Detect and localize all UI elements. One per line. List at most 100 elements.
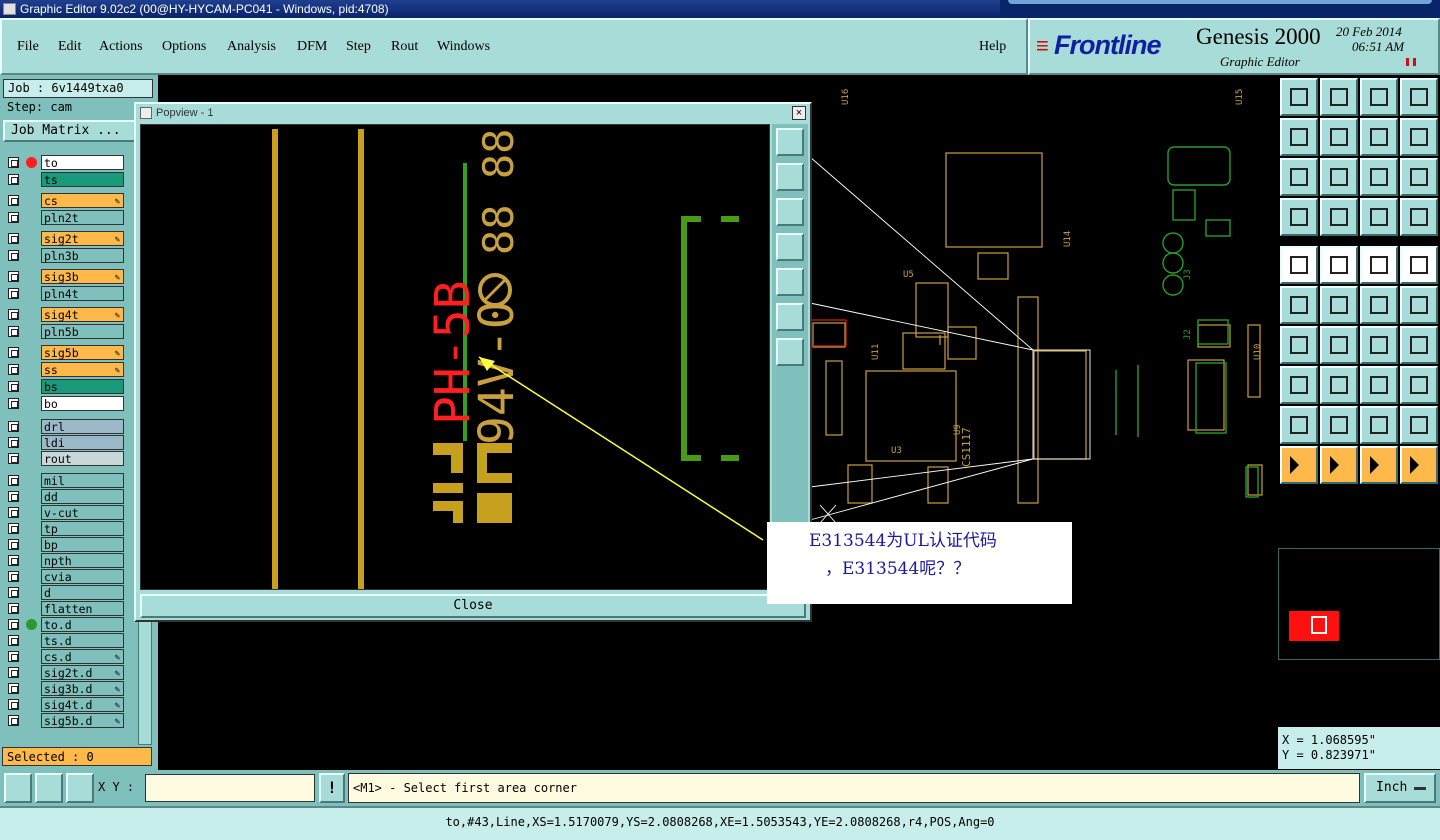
zoom-ratio-button[interactable]	[1360, 158, 1398, 196]
layer-checkbox[interactable]	[8, 381, 19, 392]
popview-pan-up-button[interactable]	[776, 163, 804, 191]
layer-name[interactable]: ts.d	[41, 633, 124, 648]
select-box-button[interactable]	[1320, 446, 1358, 484]
layer-name[interactable]: ts	[41, 172, 124, 187]
menu-rout[interactable]: Rout	[391, 39, 418, 55]
layer-checkbox[interactable]	[8, 250, 19, 261]
layer-name[interactable]: bp	[41, 537, 124, 552]
layer-row-sig4t[interactable]: sig4t ✎	[6, 307, 124, 322]
layer-checkbox[interactable]	[8, 288, 19, 299]
snap-button[interactable]	[1400, 118, 1438, 156]
layer-checkbox[interactable]	[8, 347, 19, 358]
layer-row-sig2t[interactable]: sig2t ✎	[6, 231, 124, 246]
layer-name[interactable]: to	[41, 155, 124, 170]
layer-row-ss[interactable]: ss ✎	[6, 362, 124, 377]
popview-title-bar[interactable]: Popview - 1	[136, 104, 810, 122]
layer-checkbox[interactable]	[8, 635, 19, 646]
layer-checkbox[interactable]	[8, 453, 19, 464]
layer-name[interactable]: mil	[41, 473, 124, 488]
window-split-button[interactable]	[1400, 78, 1438, 116]
layer-name[interactable]: bo	[41, 396, 124, 411]
layer-checkbox[interactable]	[8, 491, 19, 502]
layer-row-sig4t-d[interactable]: sig4t.d ✎	[6, 697, 124, 712]
layer-checkbox[interactable]	[8, 619, 19, 630]
layer-checkbox[interactable]	[8, 683, 19, 694]
layer-checkbox[interactable]	[8, 587, 19, 598]
zoom-fit-button[interactable]	[1320, 158, 1358, 196]
layer-checkbox[interactable]	[8, 571, 19, 582]
layer-checkbox[interactable]	[8, 699, 19, 710]
slice-button[interactable]	[1320, 366, 1358, 404]
layer-row-mil[interactable]: mil	[6, 473, 124, 488]
fit-all-button[interactable]	[1280, 158, 1318, 196]
layer-row-bs[interactable]: bs	[6, 379, 124, 394]
layer-checkbox[interactable]	[8, 157, 19, 168]
layer-row-pln4t[interactable]: pln4t	[6, 286, 124, 301]
layer-checkbox[interactable]	[8, 398, 19, 409]
layer-name[interactable]: sig5b ✎	[41, 345, 124, 360]
layer-name[interactable]: pln3b	[41, 248, 124, 263]
layer-row-pln3b[interactable]: pln3b	[6, 248, 124, 263]
text-button[interactable]	[1400, 326, 1438, 364]
grid-button[interactable]	[1320, 198, 1358, 236]
layer-row-d[interactable]: d	[6, 585, 124, 600]
layer-checkbox[interactable]	[8, 212, 19, 223]
layer-checkbox[interactable]	[8, 421, 19, 432]
ruler-button[interactable]	[1360, 246, 1398, 284]
triangle-b-button[interactable]	[1320, 406, 1358, 444]
delete-node-button[interactable]	[1320, 286, 1358, 324]
layers-off-button[interactable]	[1400, 198, 1438, 236]
query-button[interactable]	[1400, 158, 1438, 196]
layer-name[interactable]: to.d	[41, 617, 124, 632]
popview-zoom-out-button[interactable]	[776, 338, 804, 366]
route-button[interactable]	[1280, 286, 1318, 324]
select-button[interactable]	[1280, 446, 1318, 484]
popview-close-icon[interactable]: ×	[792, 106, 806, 120]
snap-mode-button[interactable]	[4, 773, 32, 803]
layer-checkbox[interactable]	[8, 539, 19, 550]
layer-row-dd[interactable]: dd	[6, 489, 124, 504]
popview-zoom-home-button[interactable]	[776, 128, 804, 156]
triangle-d-button[interactable]	[1400, 406, 1438, 444]
copy-button[interactable]	[1400, 366, 1438, 404]
menu-windows[interactable]: Windows	[437, 39, 490, 55]
layer-name[interactable]: v-cut	[41, 505, 124, 520]
arc-button[interactable]	[1360, 326, 1398, 364]
layer-row-pln2t[interactable]: pln2t	[6, 210, 124, 225]
layer-name[interactable]: sig2t ✎	[41, 231, 124, 246]
layer-checkbox[interactable]	[8, 174, 19, 185]
measure-button[interactable]	[1320, 246, 1358, 284]
menu-dfm[interactable]: DFM	[297, 39, 327, 55]
layer-name[interactable]: cs ✎	[41, 193, 124, 208]
resize-button[interactable]	[1360, 366, 1398, 404]
triangle-a-button[interactable]	[1280, 406, 1318, 444]
grid-mode-button[interactable]	[66, 773, 94, 803]
layer-checkbox[interactable]	[8, 555, 19, 566]
home-button[interactable]	[1360, 78, 1398, 116]
layer-name[interactable]: d	[41, 585, 124, 600]
layer-checkbox[interactable]	[8, 651, 19, 662]
draw-segment-button[interactable]	[1320, 326, 1358, 364]
layer-name[interactable]: pln4t	[41, 286, 124, 301]
layer-checkbox[interactable]	[8, 507, 19, 518]
popview-canvas[interactable]: PH-5B 94V-0 88 88	[140, 124, 770, 590]
layer-name[interactable]: sig3b.d ✎	[41, 681, 124, 696]
job-matrix-button[interactable]: Job Matrix ...	[3, 120, 153, 142]
layer-checkbox[interactable]	[8, 667, 19, 678]
layer-name[interactable]: sig3b ✎	[41, 269, 124, 284]
arrow-node-button[interactable]	[1400, 286, 1438, 324]
redraw-button[interactable]	[1360, 118, 1398, 156]
layer-name[interactable]: dd	[41, 489, 124, 504]
overview-viewport[interactable]	[1289, 611, 1339, 641]
layer-row-ldi[interactable]: ldi	[6, 435, 124, 450]
tools-button[interactable]	[1280, 198, 1318, 236]
pan-right-button[interactable]	[1320, 118, 1358, 156]
select-area-button[interactable]	[1360, 446, 1398, 484]
menu-help[interactable]: Help	[979, 39, 1006, 55]
layer-row-bo[interactable]: bo	[6, 396, 124, 411]
layer-row-flatten[interactable]: flatten	[6, 601, 124, 616]
layer-checkbox[interactable]	[8, 309, 19, 320]
popview-pan-down-button[interactable]	[776, 198, 804, 226]
menu-actions[interactable]: Actions	[99, 39, 143, 55]
layer-row-npth[interactable]: npth	[6, 553, 124, 568]
